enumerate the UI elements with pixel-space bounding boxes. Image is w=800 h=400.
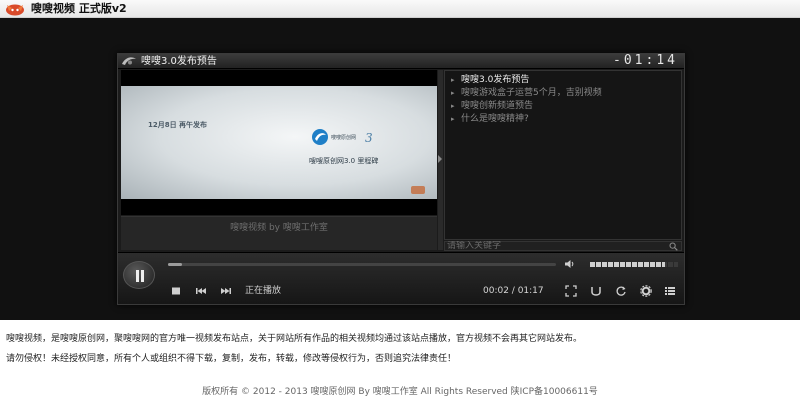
site-title: 嗖嗖视频 正式版v2 <box>31 2 127 15</box>
loop-button[interactable] <box>615 285 627 297</box>
bullet-icon: ▸ <box>451 102 455 110</box>
volume-slider[interactable] <box>590 262 678 267</box>
playlist-panel: ▸ 嗖嗖3.0发布预告 ▸ 嗖嗖游戏盒子运营5个月，吉别视频 ▸ 嗖嗖创新频道预告 ▸… <box>444 70 682 240</box>
playlist-item-label: 嗖嗖游戏盒子运营5个月，吉别视频 <box>461 88 602 98</box>
swoosh-logo-icon <box>122 57 136 65</box>
time-readout: 00:02 / 01:17 <box>483 286 544 296</box>
countdown-clock: -01:14 <box>613 53 678 68</box>
search-input[interactable] <box>447 241 667 251</box>
playlist-item-label: 嗖嗖3.0发布预告 <box>461 75 530 85</box>
settings-button[interactable] <box>640 285 652 297</box>
playlist-item[interactable]: ▸ 嗖嗖3.0发布预告 <box>451 74 529 86</box>
player-titlebar: 嗖嗖3.0发布预告 -01:14 <box>118 54 684 69</box>
pause-icon <box>136 270 144 282</box>
app-header: 嗖嗖视频 正式版v2 <box>0 0 800 18</box>
studio-credit: 嗖嗖视频 by 嗖嗖工作室 <box>230 223 328 233</box>
notice-line-1: 嗖嗖视频，是嗖嗖原创网，聚嗖嗖网的官方唯一视频发布站点，关于网站所有作品的相关视… <box>6 334 583 344</box>
next-button[interactable] <box>220 285 232 297</box>
playlist-item[interactable]: ▸ 什么是嗖嗖精神? <box>451 113 529 125</box>
playlist-item[interactable]: ▸ 嗖嗖游戏盒子运营5个月，吉别视频 <box>451 87 602 99</box>
panel-collapse-handle[interactable] <box>438 70 443 250</box>
speaker-icon[interactable] <box>565 259 575 269</box>
bullet-icon: ▸ <box>451 115 455 123</box>
playlist-item-label: 嗖嗖创新频道预告 <box>461 101 534 111</box>
control-bar: 正在播放 00:02 / 01:17 <box>118 252 684 304</box>
fullscreen-button[interactable] <box>565 285 577 297</box>
playback-status: 正在播放 <box>245 286 282 296</box>
page-footer: 版权所有 © 2012 - 2013 嗖嗖原创网 By 嗖嗖工作室 All Ri… <box>202 387 598 397</box>
playlist-item-label: 什么是嗖嗖精神? <box>461 114 529 124</box>
badge-text: 嗖嗖原创网 <box>331 134 356 141</box>
frame-caption-date: 12月8日 再午发布 <box>148 121 208 129</box>
video-frame: 12月8日 再午发布 嗖嗖原创网 3 嗖嗖原创网3.0 里程碑 <box>121 86 437 199</box>
notice-line-2: 请勿侵权！未经授权同意，所有个人或组织不得下载，复制，发布，转载，修改等侵权行为… <box>6 354 457 364</box>
watermark-icon <box>411 186 425 194</box>
playlist-search <box>444 241 682 251</box>
player-stage: 嗖嗖3.0发布预告 -01:14 12月8日 再午发布 嗖嗖原创网 3 嗖嗖原创… <box>0 18 800 320</box>
volume-level <box>590 262 665 267</box>
pause-button[interactable] <box>123 261 155 289</box>
playlist-item[interactable]: ▸ 嗖嗖创新频道预告 <box>451 100 533 112</box>
share-button[interactable] <box>590 285 602 297</box>
search-icon[interactable] <box>669 242 678 251</box>
brand-badge: 嗖嗖原创网 3 <box>312 129 373 145</box>
seek-progress <box>168 263 182 266</box>
previous-button[interactable] <box>195 285 207 297</box>
stop-button[interactable] <box>170 285 182 297</box>
video-title: 嗖嗖3.0发布预告 <box>141 56 217 67</box>
frame-caption-milestone: 嗖嗖原创网3.0 里程碑 <box>309 157 379 165</box>
video-info-panel: 嗖嗖视频 by 嗖嗖工作室 <box>121 216 437 250</box>
video-player: 嗖嗖3.0发布预告 -01:14 12月8日 再午发布 嗖嗖原创网 3 嗖嗖原创… <box>117 53 685 305</box>
bullet-icon: ▸ <box>451 89 455 97</box>
copyright-notice: 嗖嗖视频，是嗖嗖原创网，聚嗖嗖网的官方唯一视频发布站点，关于网站所有作品的相关视… <box>0 320 800 380</box>
fox-logo-icon <box>6 4 24 16</box>
arrow-right-icon <box>438 155 442 163</box>
badge-number: 3 <box>365 131 373 145</box>
seek-bar[interactable] <box>168 263 556 266</box>
bullet-icon: ▸ <box>451 76 455 84</box>
video-viewport[interactable]: 12月8日 再午发布 嗖嗖原创网 3 嗖嗖原创网3.0 里程碑 <box>121 70 437 215</box>
playlist-button[interactable] <box>664 285 676 297</box>
